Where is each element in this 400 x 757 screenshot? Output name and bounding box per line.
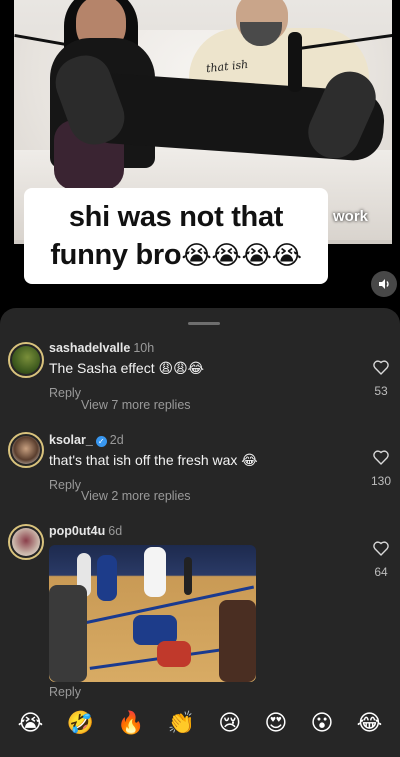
emoji-tears-of-joy[interactable]: 😂 [357,710,383,736]
like-count: 130 [370,474,392,488]
like-control: 64 [368,541,394,579]
emoji-loudly-crying[interactable]: 😭 [18,710,44,736]
emoji-reaction-bar: 😭 🤣 🔥 👏 😢 😍 😮 😂 [0,703,400,743]
reply-button[interactable]: Reply [49,685,81,699]
heart-icon[interactable] [373,360,389,375]
emoji-rofl[interactable]: 🤣 [67,710,94,736]
speaker-icon [379,279,389,289]
comment-header: pop0ut4u 6d [49,524,349,538]
player-figure [219,600,256,682]
avatar-image [12,528,40,556]
microphone [288,32,302,92]
view-more-replies[interactable]: View 2 more replies [81,489,191,503]
caption-line-1: shi was not that [68,201,284,233]
username[interactable]: ksolar_ [49,433,93,447]
comment-text: The Sasha effect 😩😩😂 [49,360,205,376]
video-corner-text: work [332,208,368,225]
comment-body: sashadelvalle 10h The Sasha effect 😩😩😂 Re… [49,341,349,400]
sheet-drag-handle[interactable] [188,322,220,325]
comment-body: ksolar_ ✓ 2d that's that ish off the fresh… [49,433,349,492]
emoji-crying[interactable]: 😢 [218,710,241,736]
comment-text: that's that ish off the fresh wax 😂 [49,452,258,468]
timestamp: 10h [133,341,155,355]
avatar-image [12,346,40,374]
like-control: 130 [368,450,394,488]
player-figure [49,585,87,682]
caption-box: shi was not that funny bro😭😭😭😭 [24,188,328,284]
like-count: 53 [374,384,388,398]
timestamp: 2d [109,433,124,447]
username[interactable]: pop0ut4u [49,524,105,538]
heart-icon[interactable] [373,541,389,556]
emoji-heart-eyes[interactable]: 😍 [264,710,287,736]
comment-media-image[interactable] [49,545,256,682]
comments-sheet: sashadelvalle 10h The Sasha effect 😩😩😂 Re… [0,308,400,757]
avatar[interactable] [8,432,44,468]
comment-header: ksolar_ ✓ 2d [49,433,349,447]
like-control: 53 [368,360,394,398]
verified-badge-icon: ✓ [95,436,107,447]
avatar-image [12,436,40,464]
heart-icon[interactable] [373,450,389,465]
timestamp: 6d [108,524,123,538]
player-figure [144,547,166,597]
username[interactable]: sashadelvalle [49,341,130,355]
emoji-fire[interactable]: 🔥 [117,710,144,736]
emoji-clapping[interactable]: 👏 [168,710,195,736]
emoji-surprised[interactable]: 😮 [311,710,334,736]
comment-header: sashadelvalle 10h [49,341,349,355]
caption-line-2: funny bro😭😭😭😭 [34,236,318,274]
caption-emojis: 😭😭😭😭 [181,240,302,270]
like-count: 64 [374,565,388,579]
sound-toggle-button[interactable] [371,271,397,297]
player-figure [157,641,191,667]
avatar[interactable] [8,524,44,560]
video-player[interactable]: that ish work shi was not that funny bro… [0,0,400,310]
comment-body: pop0ut4u 6d [49,524,349,538]
caption-line-2-text: funny bro [50,239,182,271]
player-figure [97,555,117,601]
avatar[interactable] [8,342,44,378]
view-more-replies[interactable]: View 7 more replies [81,398,191,412]
player-figure [184,557,192,595]
